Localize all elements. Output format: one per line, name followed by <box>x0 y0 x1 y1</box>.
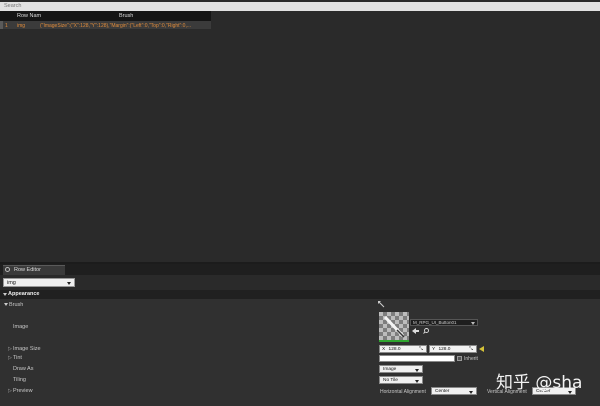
image-asset-name: M_RPG_UI_Button01 <box>413 320 457 325</box>
property-tint-label: Tint <box>13 355 22 361</box>
expand-arrow-icon[interactable]: ▷ <box>8 355 12 361</box>
search-input[interactable]: Search <box>0 2 600 11</box>
category-brush: Brush <box>9 302 24 308</box>
row-selector-dropdown[interactable]: img <box>3 278 75 287</box>
tab-bar <box>0 264 600 275</box>
expand-arrow-icon[interactable]: ▷ <box>8 346 12 352</box>
collapse-arrow-icon[interactable] <box>3 293 7 297</box>
image-size-x-value: 128.0 <box>388 347 401 352</box>
tiling-value: No Tile <box>383 378 398 383</box>
use-selected-arrow-icon[interactable] <box>412 328 419 334</box>
tint-color-swatch[interactable] <box>379 355 455 362</box>
property-draw-as-label: Draw As <box>13 366 34 372</box>
section-appearance-title: Appearance <box>8 291 40 297</box>
horizontal-alignment-label: Horizontal Alignment <box>380 389 426 395</box>
chevron-down-icon <box>471 322 475 325</box>
section-appearance-header[interactable]: Appearance <box>0 290 600 299</box>
texture-preview-icon <box>383 315 405 338</box>
row-selector-value: img <box>7 280 16 286</box>
inherit-label: Inherit <box>464 356 478 362</box>
watermark: 知乎 @sha <box>496 373 583 393</box>
x-axis-label: X <box>382 347 386 352</box>
property-tiling-label: Tiling <box>13 377 26 383</box>
reset-arrow-icon[interactable] <box>378 301 385 308</box>
horizontal-alignment-value: Center <box>435 389 450 394</box>
image-size-x-field[interactable]: X 128.0 ⤡ <box>379 345 427 353</box>
property-image-label: Image <box>13 324 29 330</box>
expand-arrow-icon[interactable]: ▷ <box>8 388 12 394</box>
draw-as-value: Image <box>383 367 397 372</box>
drag-handle-icon[interactable]: ⤡ <box>469 347 475 352</box>
image-size-y-field[interactable]: Y 128.0 ⤡ <box>429 345 477 353</box>
collapse-arrow-icon[interactable] <box>4 303 8 307</box>
drag-handle-icon[interactable]: ⤡ <box>419 347 425 352</box>
tiling-dropdown[interactable]: No Tile <box>379 376 423 384</box>
draw-as-dropdown[interactable]: Image <box>379 365 423 373</box>
horizontal-alignment-dropdown[interactable]: Center <box>431 387 477 395</box>
reset-to-default-icon[interactable] <box>479 346 484 352</box>
property-image-size-label: Image Size <box>13 346 41 352</box>
row-editor-icon <box>5 267 10 272</box>
property-preview-label: Preview <box>13 388 33 394</box>
browse-search-icon[interactable] <box>423 328 429 334</box>
column-header-brush[interactable]: Brush <box>119 13 133 19</box>
table-row[interactable]: 1 img ("ImageSize":("X":128,"Y":128),"Ma… <box>0 21 211 29</box>
chevron-down-icon <box>67 282 71 285</box>
row-selection-indicator <box>0 21 3 29</box>
y-axis-label: Y <box>432 347 436 352</box>
tab-row-editor[interactable]: Row Editor <box>3 265 65 275</box>
column-header-row-name[interactable]: Row Nam <box>17 13 41 19</box>
image-asset-picker[interactable]: M_RPG_UI_Button01 <box>410 319 478 326</box>
row-index: 1 <box>5 22 8 29</box>
table-header: Row Nam Brush <box>0 11 211 21</box>
row-name: img <box>17 22 26 29</box>
chevron-down-icon <box>415 369 419 372</box>
chevron-down-icon <box>469 391 473 394</box>
row-brush-value: ("ImageSize":("X":128,"Y":128),"Margin":… <box>40 22 192 29</box>
chevron-down-icon <box>415 380 419 383</box>
image-size-y-value: 128.0 <box>438 347 451 352</box>
inherit-checkbox[interactable] <box>457 356 462 361</box>
